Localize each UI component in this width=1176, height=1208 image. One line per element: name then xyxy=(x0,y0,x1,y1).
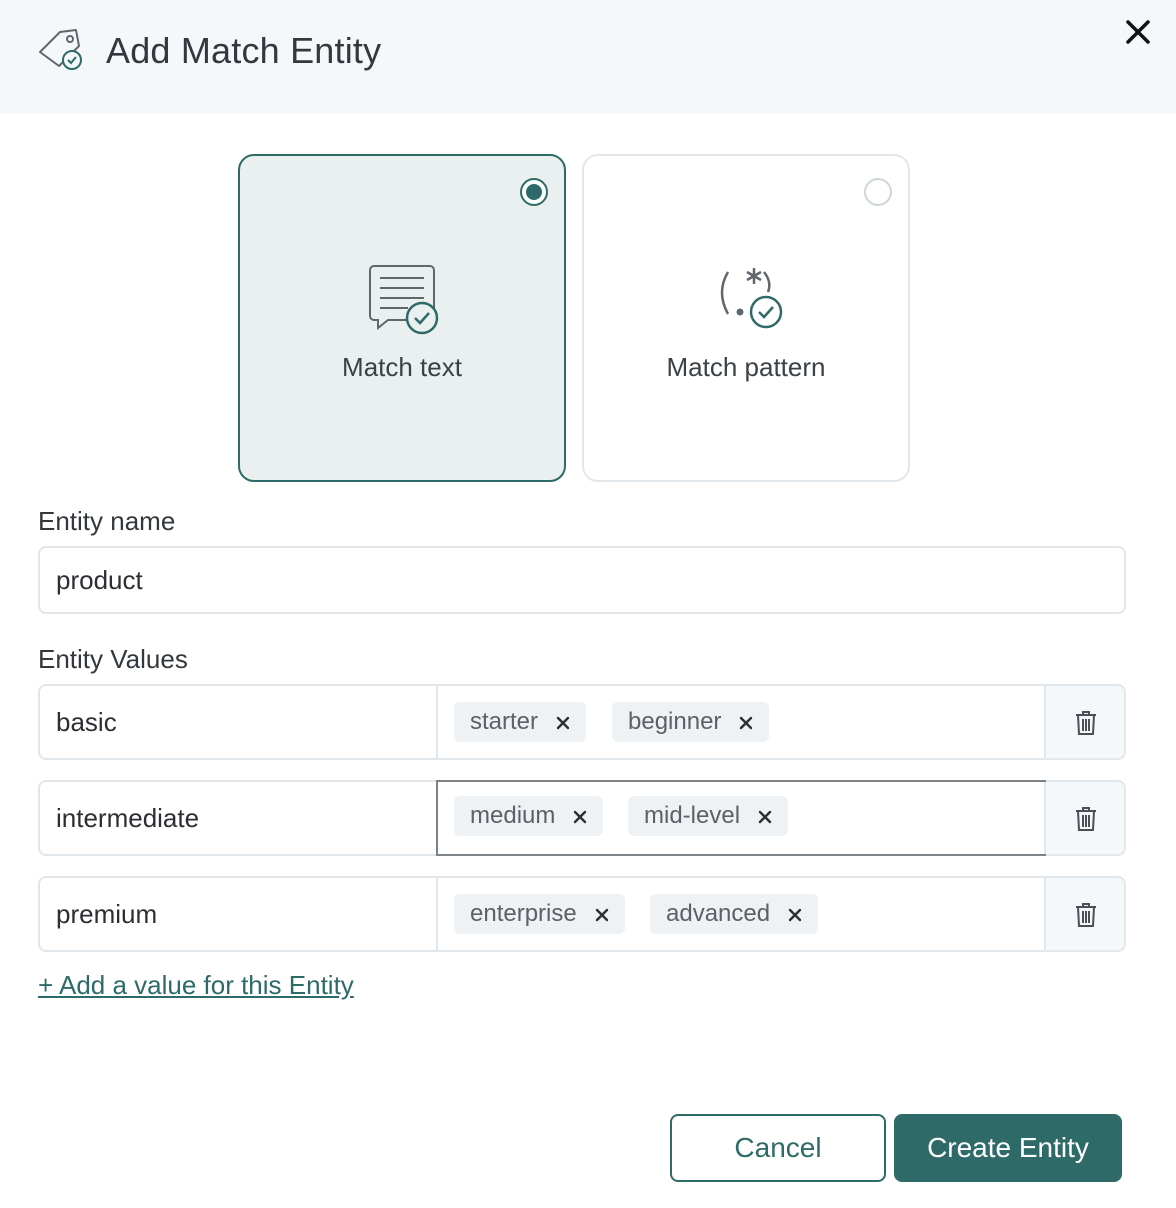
entity-value-row: basic starter beginner xyxy=(38,684,1126,760)
remove-chip-icon[interactable] xyxy=(739,716,753,730)
entity-value-input[interactable]: intermediate xyxy=(40,782,438,854)
text-bubble-check-icon xyxy=(369,265,439,335)
match-text-option[interactable]: Match text xyxy=(238,154,566,482)
synonym-chip-label: medium xyxy=(470,802,556,829)
cancel-button[interactable]: Cancel xyxy=(670,1114,886,1182)
regex-pattern-check-icon xyxy=(720,268,783,329)
entity-value-row: premium enterprise advanced xyxy=(38,876,1126,952)
synonym-chip: beginner xyxy=(612,702,770,742)
remove-chip-icon[interactable] xyxy=(595,908,609,922)
add-value-link[interactable]: + Add a value for this Entity xyxy=(38,970,354,1001)
entity-value-row: intermediate medium mid-level xyxy=(38,780,1126,856)
remove-chip-icon[interactable] xyxy=(788,908,802,922)
delete-row-button[interactable] xyxy=(1044,782,1124,854)
remove-chip-icon[interactable] xyxy=(573,810,587,824)
trash-icon xyxy=(1076,807,1096,831)
delete-row-button[interactable] xyxy=(1044,686,1124,758)
close-icon[interactable] xyxy=(1120,14,1156,50)
match-pattern-option[interactable]: Match pattern xyxy=(582,154,910,482)
synonym-chip: mid-level xyxy=(628,796,789,836)
match-pattern-label: Match pattern xyxy=(666,352,826,382)
synonyms-input[interactable]: starter beginner xyxy=(438,686,1046,758)
match-text-label: Match text xyxy=(342,352,462,382)
synonym-chip: enterprise xyxy=(454,894,625,934)
synonym-chip: advanced xyxy=(650,894,819,934)
trash-icon xyxy=(1076,711,1096,735)
entity-value-input[interactable]: basic xyxy=(40,686,438,758)
dialog-header: Add Match Entity xyxy=(0,0,1176,114)
entity-value-input[interactable]: premium xyxy=(40,878,438,950)
delete-row-button[interactable] xyxy=(1044,878,1124,950)
entity-name-label: Entity name xyxy=(38,506,176,536)
remove-chip-icon[interactable] xyxy=(758,810,772,824)
entity-name-input[interactable] xyxy=(38,546,1126,614)
create-entity-button[interactable]: Create Entity xyxy=(894,1114,1122,1182)
synonym-chip-label: beginner xyxy=(628,708,722,735)
synonym-chip: medium xyxy=(454,796,604,836)
synonyms-input[interactable]: enterprise advanced xyxy=(438,878,1046,950)
synonym-chip-label: advanced xyxy=(666,900,771,927)
synonym-chip-label: starter xyxy=(470,708,539,735)
trash-icon xyxy=(1076,903,1096,927)
match-pattern-radio[interactable] xyxy=(864,178,892,206)
synonym-chip-label: mid-level xyxy=(644,802,741,829)
match-text-radio[interactable] xyxy=(520,178,548,206)
dialog-title: Add Match Entity xyxy=(106,30,382,71)
tag-check-icon xyxy=(39,29,82,70)
synonym-chip: starter xyxy=(454,702,587,742)
synonym-chip-label: enterprise xyxy=(470,900,577,927)
entity-values-label: Entity Values xyxy=(38,644,188,674)
remove-chip-icon[interactable] xyxy=(556,716,570,730)
synonyms-input[interactable]: medium mid-level xyxy=(436,780,1046,856)
